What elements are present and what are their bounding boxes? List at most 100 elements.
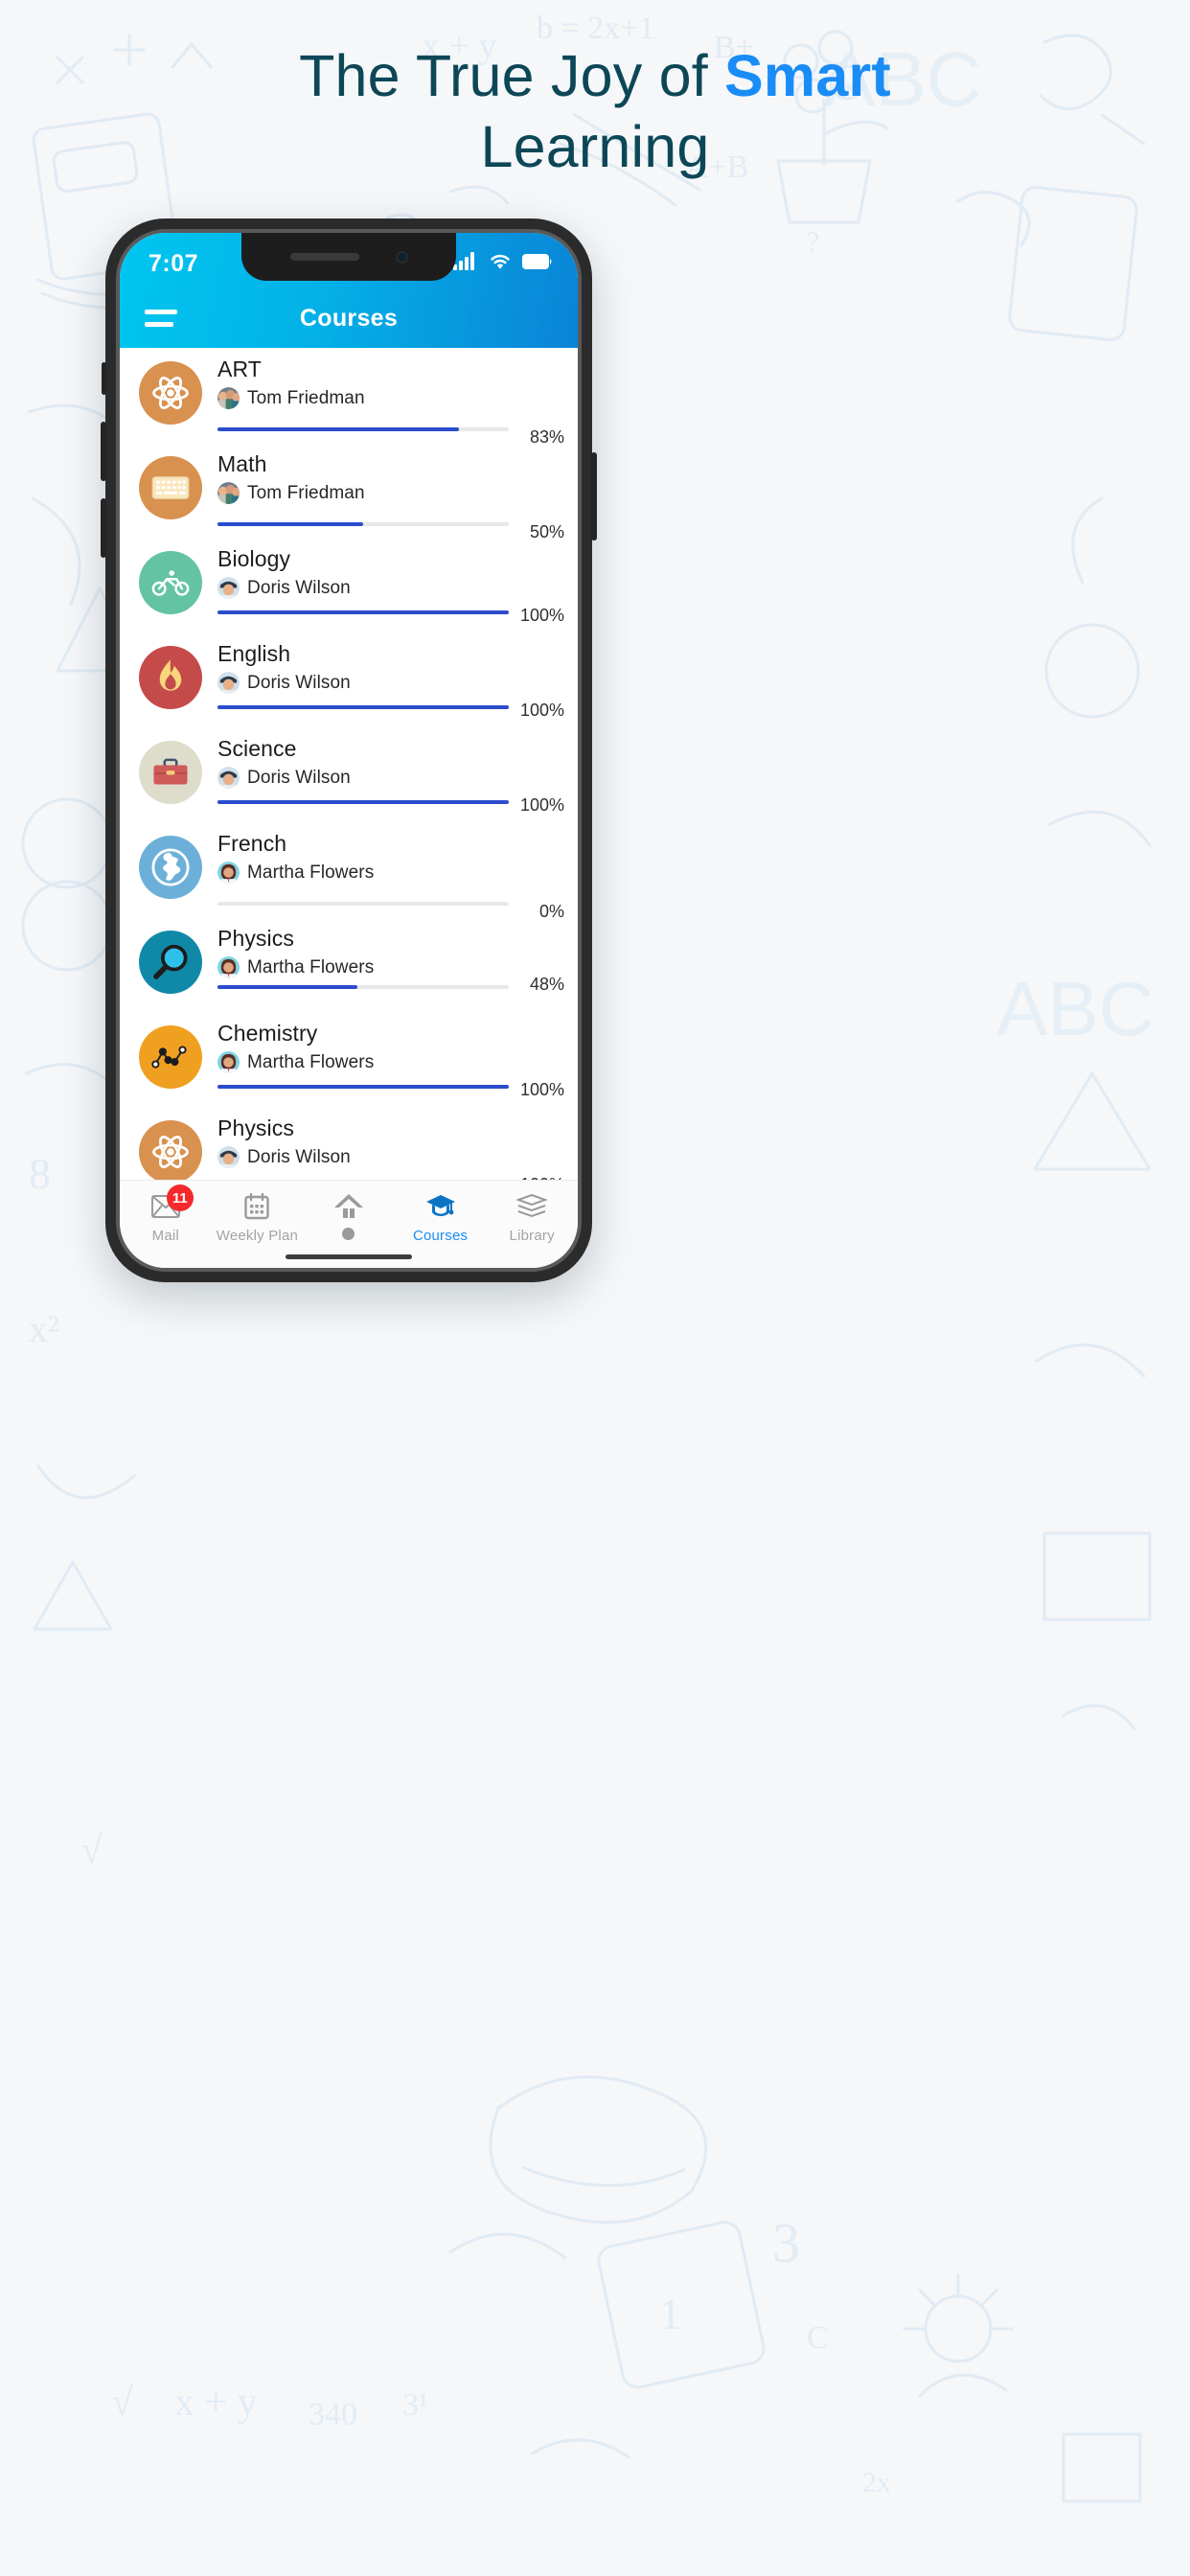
earpiece-speaker	[289, 253, 359, 261]
graduation-icon[interactable]	[425, 1191, 456, 1222]
course-details: Math Tom Friedman 50%	[217, 451, 578, 541]
teacher-name: Doris Wilson	[247, 1146, 351, 1167]
teacher-name: Doris Wilson	[247, 577, 351, 598]
progress-track	[217, 799, 509, 804]
course-row[interactable]: Chemistry Martha Flowers 100%	[120, 1014, 578, 1109]
app-topbar: 7:07 Courses	[120, 233, 578, 348]
phone-screen: 7:07 Courses ART Tom Friedman 83% Math T…	[120, 233, 578, 1268]
books-icon[interactable]	[516, 1191, 548, 1222]
progress-percent: 100%	[519, 795, 564, 816]
course-teacher: Doris Wilson	[217, 1146, 578, 1169]
hamburger-line-2	[145, 322, 173, 327]
progress-percent: 100%	[519, 606, 564, 626]
svg-text:3¹: 3¹	[402, 2387, 428, 2423]
course-teacher: Doris Wilson	[217, 672, 578, 695]
progress-fill	[217, 799, 509, 804]
avatar	[217, 862, 240, 885]
notification-badge: 11	[166, 1184, 194, 1211]
course-teacher: Doris Wilson	[217, 577, 578, 600]
progress-track	[217, 901, 509, 906]
course-row[interactable]: English Doris Wilson 100%	[120, 634, 578, 729]
headline-line-2: Learning	[480, 114, 710, 180]
course-row[interactable]: Science Doris Wilson 100%	[120, 729, 578, 824]
app-bar: Courses	[120, 288, 578, 348]
course-list[interactable]: ART Tom Friedman 83% Math Tom Friedman 5…	[120, 348, 578, 1180]
course-name: Science	[217, 736, 297, 761]
phone-volume-down-button	[101, 498, 106, 558]
nav-label: Weekly Plan	[216, 1228, 299, 1244]
phone-power-button	[591, 452, 597, 540]
atom-icon	[139, 1120, 202, 1180]
course-progress: 100%	[217, 1076, 578, 1099]
nav-item-library[interactable]: Library	[486, 1191, 578, 1244]
page-root: b = 2x+1 B+ ABC x + y A+B ? 8 x² √ ABC 1…	[0, 0, 1190, 2576]
page-title: Courses	[299, 304, 399, 332]
course-name: ART	[217, 356, 262, 381]
course-row[interactable]: Physics Martha Flowers 48%	[120, 919, 578, 1014]
home-icon[interactable]	[333, 1191, 364, 1222]
course-details: English Doris Wilson 100%	[217, 641, 578, 720]
magnifier-icon	[139, 931, 202, 994]
page-headline: The True Joy of Smart Learning	[0, 40, 1190, 183]
teacher-name: Martha Flowers	[247, 956, 375, 978]
teacher-name: Doris Wilson	[247, 672, 351, 693]
phone-bezel: 7:07 Courses ART Tom Friedman 83% Math T…	[116, 229, 582, 1272]
avatar	[217, 577, 240, 600]
progress-track	[217, 610, 509, 614]
svg-text:x + y: x + y	[174, 2380, 258, 2425]
course-teacher: Tom Friedman	[217, 387, 578, 410]
phone-mute-switch	[102, 362, 106, 395]
progress-fill	[217, 610, 509, 614]
progress-fill	[217, 1084, 509, 1089]
front-camera-icon	[395, 250, 408, 264]
headline-line-1: The True Joy of Smart	[0, 40, 1190, 111]
svg-text:1: 1	[659, 2289, 681, 2338]
hamburger-icon[interactable]	[145, 310, 177, 327]
chart-icon	[139, 1025, 202, 1089]
course-row[interactable]: Biology Doris Wilson 100%	[120, 540, 578, 634]
globe-icon	[139, 836, 202, 899]
home-indicator	[286, 1254, 412, 1259]
nav-item-home[interactable]	[303, 1191, 395, 1240]
teacher-name: Tom Friedman	[247, 482, 365, 503]
progress-track	[217, 984, 509, 989]
course-row[interactable]: Physics Doris Wilson 100%	[120, 1109, 578, 1180]
home-active-dot	[342, 1228, 355, 1240]
svg-text:√: √	[111, 2380, 134, 2425]
svg-text:ABC: ABC	[996, 966, 1155, 1051]
phone-mockup: 7:07 Courses ART Tom Friedman 83% Math T…	[101, 218, 597, 1282]
nav-item-mail[interactable]: 11 Mail	[120, 1184, 212, 1244]
status-time: 7:07	[149, 249, 199, 277]
progress-percent: 100%	[519, 1080, 564, 1100]
nav-item-weekly-plan[interactable]: Weekly Plan	[212, 1191, 304, 1244]
course-name: Physics	[217, 926, 294, 951]
mail-icon[interactable]: 11	[150, 1184, 194, 1222]
course-details: French Martha Flowers 0%	[217, 831, 578, 921]
course-details: Physics Martha Flowers 48%	[217, 926, 578, 997]
bicycle-icon	[139, 551, 202, 614]
calendar-icon[interactable]	[244, 1191, 270, 1222]
course-row[interactable]: ART Tom Friedman 83%	[120, 350, 578, 447]
course-name: Physics	[217, 1116, 294, 1140]
course-teacher: Tom Friedman	[217, 482, 578, 505]
avatar	[217, 956, 240, 979]
teacher-name: Doris Wilson	[247, 767, 351, 788]
keyboard-icon	[139, 456, 202, 519]
course-progress: 0%	[217, 893, 578, 921]
svg-text:2x: 2x	[862, 2467, 891, 2498]
avatar	[217, 672, 240, 695]
course-row[interactable]: French Martha Flowers 0%	[120, 824, 578, 921]
course-details: Chemistry Martha Flowers 100%	[217, 1021, 578, 1099]
battery-icon	[522, 253, 553, 274]
svg-text:√: √	[80, 1828, 103, 1873]
svg-text:?: ?	[807, 226, 819, 258]
course-progress: 100%	[217, 1171, 578, 1180]
progress-track	[217, 704, 509, 709]
signal-icon	[453, 252, 478, 275]
course-details: ART Tom Friedman 83%	[217, 356, 578, 447]
progress-percent: 100%	[519, 701, 564, 721]
course-row[interactable]: Math Tom Friedman 50%	[120, 445, 578, 541]
nav-item-courses[interactable]: Courses	[395, 1191, 487, 1244]
flame-icon	[139, 646, 202, 709]
avatar	[217, 1146, 240, 1169]
